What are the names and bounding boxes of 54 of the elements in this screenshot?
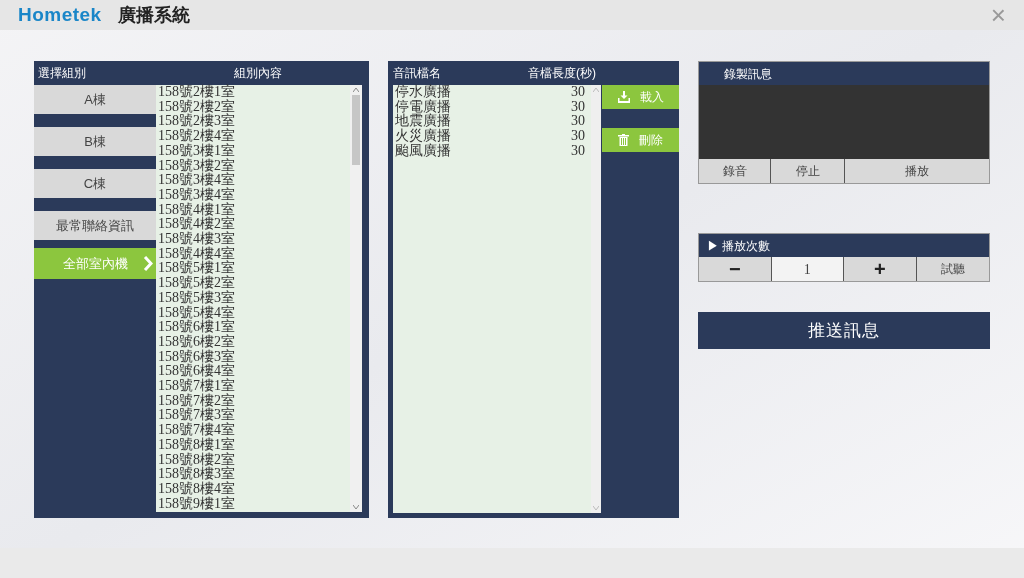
- decrement-button[interactable]: −: [699, 257, 772, 281]
- audio-length: 30: [571, 129, 585, 144]
- recording-button[interactable]: 錄音: [699, 159, 771, 183]
- audio-name[interactable]: 颱風廣播: [395, 143, 451, 159]
- group-tab[interactable]: C棟: [34, 169, 156, 198]
- member-item[interactable]: 158號8樓4室: [158, 482, 235, 497]
- member-item[interactable]: 158號2樓4室: [158, 129, 235, 144]
- column-header: 音檔長度(秒): [528, 65, 596, 82]
- panel-title: 錄製訊息: [723, 65, 773, 83]
- send-button[interactable]: 推送訊息: [698, 312, 990, 349]
- member-item[interactable]: 158號6樓2室: [158, 334, 235, 350]
- app-title: 廣播系統: [117, 3, 190, 27]
- member-item[interactable]: 158號5樓3室: [158, 290, 235, 306]
- member-item[interactable]: 158號5樓2室: [158, 276, 235, 291]
- trash-icon: [618, 134, 629, 146]
- scroll-down-icon: [353, 505, 359, 509]
- audio-length: 30: [571, 99, 585, 115]
- group-tab[interactable]: B棟: [34, 127, 156, 156]
- group-tab[interactable]: 最常聯絡資訊: [34, 211, 156, 240]
- scroll-down-icon: [593, 506, 599, 510]
- preview-button[interactable]: 試聽: [916, 257, 989, 281]
- group-tab[interactable]: A棟: [34, 85, 156, 114]
- member-item[interactable]: 158號8樓1室: [158, 437, 235, 453]
- member-item[interactable]: 158號6樓1室: [158, 320, 235, 335]
- column-header: 選擇組別: [37, 65, 87, 82]
- column-header: 組別內容: [232, 65, 283, 82]
- scrollbar[interactable]: [350, 85, 362, 512]
- member-item[interactable]: 158號3樓4室: [158, 173, 235, 188]
- brand-logo: Hometek: [18, 2, 102, 27]
- audio-length: 30: [571, 143, 585, 159]
- audio-length: 30: [571, 114, 585, 130]
- audio-name[interactable]: 停電廣播: [395, 99, 451, 115]
- column-header: 音訊檔名: [392, 65, 442, 82]
- member-item[interactable]: 158號3樓4室: [158, 187, 235, 203]
- member-item[interactable]: 158號8樓3室: [158, 467, 235, 482]
- scroll-up-icon: [593, 88, 599, 92]
- download-icon: [617, 91, 630, 103]
- member-item[interactable]: 158號7樓4室: [158, 423, 235, 438]
- member-item[interactable]: 158號3樓1室: [158, 143, 235, 159]
- scrollbar[interactable]: [591, 85, 601, 513]
- member-item[interactable]: 158號4樓3室: [158, 232, 235, 247]
- scroll-up-icon: [353, 88, 359, 92]
- recording-button[interactable]: 停止: [771, 159, 845, 183]
- recording-button[interactable]: 播放: [845, 159, 989, 183]
- increment-button[interactable]: +: [844, 257, 917, 281]
- panel-title: ▶ 播放次數: [706, 237, 772, 255]
- count-field[interactable]: 1: [771, 257, 844, 281]
- member-item[interactable]: 158號2樓1室: [158, 85, 235, 100]
- member-item[interactable]: 158號9樓1室: [158, 496, 235, 512]
- chevron-right-icon: [143, 256, 153, 271]
- audio-name[interactable]: 地震廣播: [395, 114, 451, 130]
- member-item[interactable]: 158號7樓1室: [158, 379, 235, 394]
- scroll-thumb[interactable]: [352, 95, 360, 165]
- audio-length: 30: [571, 85, 585, 100]
